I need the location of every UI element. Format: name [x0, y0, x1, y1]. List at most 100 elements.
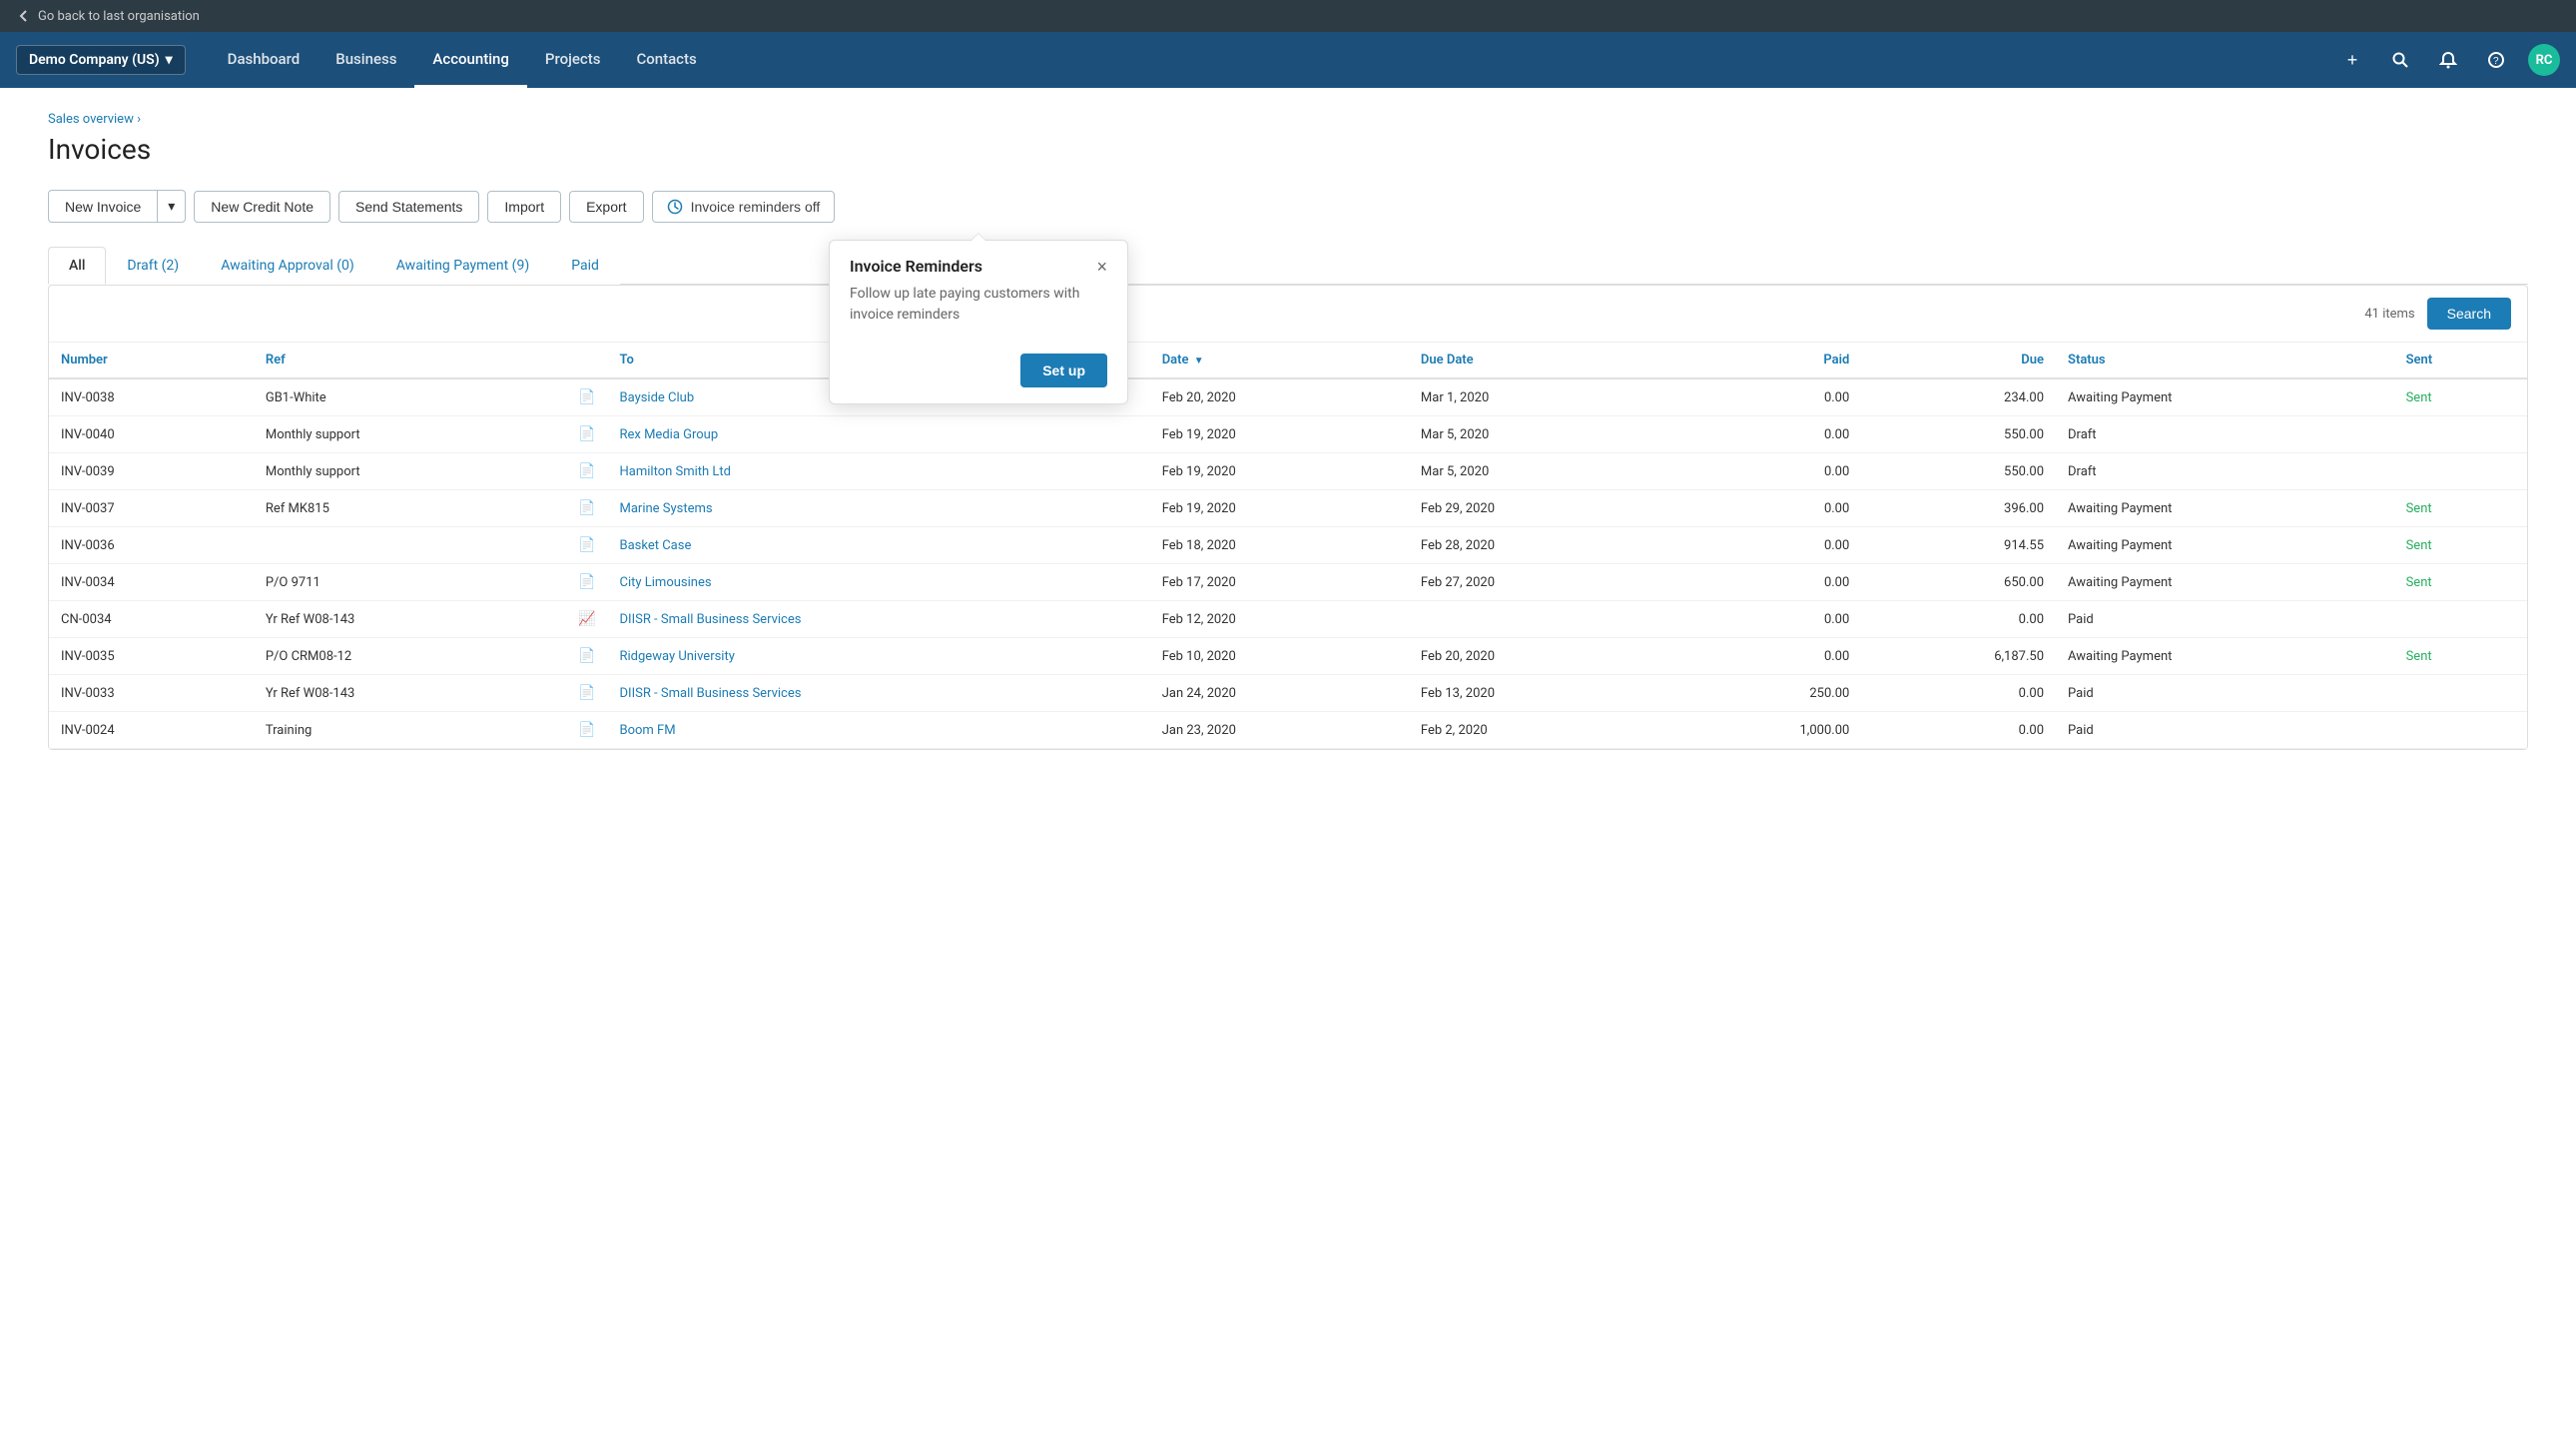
contact-link[interactable]: Marine Systems [620, 501, 713, 516]
col-due[interactable]: Due [1861, 343, 2056, 378]
nav-contacts[interactable]: Contacts [618, 32, 714, 88]
table-row[interactable]: INV-0035 P/O CRM08-12 📄 Ridgeway Univers… [49, 638, 2527, 675]
contact-link[interactable]: Basket Case [620, 538, 692, 553]
breadcrumb[interactable]: Sales overview › [48, 112, 2528, 127]
page-title: Invoices [48, 133, 2528, 166]
table-row[interactable]: INV-0034 P/O 9711 📄 City Limousines Feb … [49, 564, 2527, 601]
doc-icon: 📄 [578, 426, 595, 442]
search-button[interactable] [2384, 44, 2416, 76]
popup-close-button[interactable]: × [1096, 258, 1107, 276]
nav-accounting[interactable]: Accounting [414, 32, 526, 88]
tab-awaiting-payment[interactable]: Awaiting Payment (9) [375, 247, 550, 285]
cell-date: Feb 20, 2020 [1150, 378, 1409, 416]
cell-status: Paid [2056, 675, 2394, 712]
cell-status: Awaiting Payment [2056, 378, 2394, 416]
table-row[interactable]: INV-0037 Ref MK815 📄 Marine Systems Feb … [49, 490, 2527, 527]
cell-due: 396.00 [1861, 490, 2056, 527]
table-row[interactable]: INV-0038 GB1-White 📄 Bayside Club Feb 20… [49, 378, 2527, 416]
cell-due-date: Mar 5, 2020 [1409, 453, 1667, 490]
cell-number: INV-0033 [49, 675, 254, 712]
col-status[interactable]: Status [2056, 343, 2394, 378]
cell-status: Awaiting Payment [2056, 638, 2394, 675]
contact-link[interactable]: DIISR - Small Business Services [620, 686, 802, 701]
cell-to[interactable]: Boom FM [608, 712, 1150, 749]
sent-badge: Sent [2406, 575, 2432, 590]
table-row[interactable]: INV-0036 📄 Basket Case Feb 18, 2020 Feb … [49, 527, 2527, 564]
contact-link[interactable]: Hamilton Smith Ltd [620, 464, 732, 479]
cell-due: 550.00 [1861, 416, 2056, 453]
cell-icon: 📄 [566, 490, 607, 527]
col-due-date[interactable]: Due Date [1409, 343, 1667, 378]
contact-link[interactable]: Ridgeway University [620, 649, 735, 664]
contact-link[interactable]: Rex Media Group [620, 427, 719, 442]
cell-due: 0.00 [1861, 712, 2056, 749]
cell-to[interactable]: Ridgeway University [608, 638, 1150, 675]
popup-header: Invoice Reminders × [830, 241, 1127, 284]
cell-to[interactable]: Hamilton Smith Ltd [608, 453, 1150, 490]
tab-all[interactable]: All [48, 247, 106, 285]
doc-icon: 📄 [578, 574, 595, 590]
col-number[interactable]: Number [49, 343, 254, 378]
table-row[interactable]: INV-0024 Training 📄 Boom FM Jan 23, 2020… [49, 712, 2527, 749]
cell-due-date: Feb 28, 2020 [1409, 527, 1667, 564]
cell-status: Awaiting Payment [2056, 564, 2394, 601]
new-credit-note-button[interactable]: New Credit Note [194, 191, 330, 223]
contact-link[interactable]: Boom FM [620, 723, 676, 738]
col-sent[interactable]: Sent [2394, 343, 2527, 378]
cell-number: INV-0040 [49, 416, 254, 453]
cell-sent: Sent [2394, 490, 2527, 527]
tab-paid[interactable]: Paid [550, 247, 620, 285]
export-button[interactable]: Export [569, 191, 643, 223]
table-row[interactable]: INV-0039 Monthly support 📄 Hamilton Smit… [49, 453, 2527, 490]
col-ref[interactable]: Ref [254, 343, 566, 378]
notifications-button[interactable] [2432, 44, 2464, 76]
search-button[interactable]: Search [2427, 298, 2511, 330]
cell-date: Feb 19, 2020 [1150, 453, 1409, 490]
nav-links: Dashboard Business Accounting Projects C… [210, 32, 2336, 88]
cell-icon: 📄 [566, 453, 607, 490]
col-date[interactable]: Date ▼ [1150, 343, 1409, 378]
col-icon-spacer [566, 343, 607, 378]
contact-link[interactable]: DIISR - Small Business Services [620, 612, 802, 627]
send-statements-button[interactable]: Send Statements [338, 191, 479, 223]
tab-draft[interactable]: Draft (2) [106, 247, 200, 285]
cell-number: INV-0034 [49, 564, 254, 601]
table-row[interactable]: INV-0040 Monthly support 📄 Rex Media Gro… [49, 416, 2527, 453]
tab-awaiting-approval[interactable]: Awaiting Approval (0) [200, 247, 375, 285]
cell-paid: 0.00 [1667, 601, 1862, 638]
col-paid[interactable]: Paid [1667, 343, 1862, 378]
new-invoice-dropdown-button[interactable]: ▾ [157, 190, 186, 223]
back-link[interactable]: Go back to last organisation [16, 8, 200, 24]
import-button[interactable]: Import [487, 191, 561, 223]
nav-business[interactable]: Business [318, 32, 414, 88]
cell-ref: P/O 9711 [254, 564, 566, 601]
help-button[interactable]: ? [2480, 44, 2512, 76]
cell-number: INV-0038 [49, 378, 254, 416]
cell-to[interactable]: Marine Systems [608, 490, 1150, 527]
cell-due: 6,187.50 [1861, 638, 2056, 675]
company-selector[interactable]: Demo Company (US) ▾ [16, 45, 186, 75]
cell-ref: P/O CRM08-12 [254, 638, 566, 675]
invoice-reminders-button[interactable]: Invoice reminders off [652, 191, 836, 223]
cell-to[interactable]: City Limousines [608, 564, 1150, 601]
contact-link[interactable]: Bayside Club [620, 390, 695, 405]
cell-number: INV-0035 [49, 638, 254, 675]
contact-link[interactable]: City Limousines [620, 575, 712, 590]
cell-due: 550.00 [1861, 453, 2056, 490]
cell-to[interactable]: DIISR - Small Business Services [608, 675, 1150, 712]
cell-number: CN-0034 [49, 601, 254, 638]
nav-dashboard[interactable]: Dashboard [210, 32, 319, 88]
popup-footer: Set up [830, 342, 1127, 403]
avatar[interactable]: RC [2528, 44, 2560, 76]
add-button[interactable]: + [2336, 44, 2368, 76]
cell-to[interactable]: DIISR - Small Business Services [608, 601, 1150, 638]
nav-projects[interactable]: Projects [527, 32, 619, 88]
new-invoice-button[interactable]: New Invoice [48, 190, 158, 223]
cell-paid: 0.00 [1667, 527, 1862, 564]
cell-date: Feb 17, 2020 [1150, 564, 1409, 601]
table-row[interactable]: CN-0034 Yr Ref W08-143 📈 DIISR - Small B… [49, 601, 2527, 638]
cell-to[interactable]: Basket Case [608, 527, 1150, 564]
setup-button[interactable]: Set up [1020, 354, 1107, 387]
cell-to[interactable]: Rex Media Group [608, 416, 1150, 453]
table-row[interactable]: INV-0033 Yr Ref W08-143 📄 DIISR - Small … [49, 675, 2527, 712]
